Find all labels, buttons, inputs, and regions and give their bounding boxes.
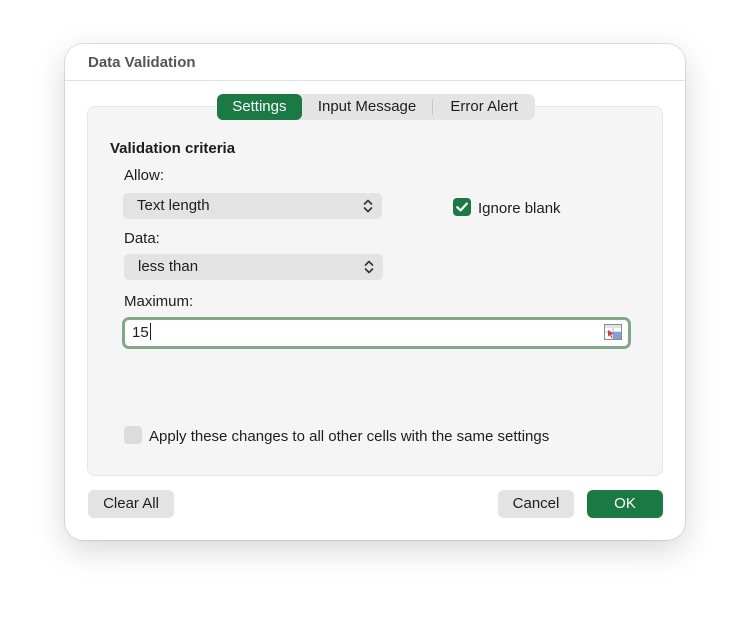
data-select[interactable]: less than xyxy=(124,254,383,280)
tab-error-alert[interactable]: Error Alert xyxy=(433,94,535,120)
chevron-updown-icon xyxy=(364,260,374,274)
data-select-value: less than xyxy=(138,258,199,275)
allow-select-value: Text length xyxy=(137,197,210,214)
maximum-value: 15 xyxy=(132,324,149,341)
maximum-label: Maximum: xyxy=(124,293,194,310)
clear-all-button[interactable]: Clear All xyxy=(88,490,174,518)
maximum-input[interactable]: 15 xyxy=(122,317,631,349)
data-label: Data: xyxy=(124,230,160,247)
allow-select[interactable]: Text length xyxy=(123,193,382,219)
allow-label: Allow: xyxy=(124,167,165,184)
settings-panel xyxy=(87,106,663,476)
checkmark-icon xyxy=(456,202,468,212)
apply-all-checkbox[interactable] xyxy=(124,426,142,444)
titlebar: Data Validation xyxy=(65,44,685,81)
ok-button[interactable]: OK xyxy=(587,490,663,518)
apply-all-label: Apply these changes to all other cells w… xyxy=(149,428,550,445)
tab-bar: Settings Input Message Error Alert xyxy=(217,94,535,120)
tab-settings[interactable]: Settings xyxy=(217,94,302,120)
data-validation-dialog: Data Validation Settings Input Message E… xyxy=(65,44,685,540)
cancel-button[interactable]: Cancel xyxy=(498,490,574,518)
ignore-blank-label: Ignore blank xyxy=(478,200,561,217)
section-heading: Validation criteria xyxy=(110,140,236,157)
dialog-title: Data Validation xyxy=(88,54,196,71)
text-caret xyxy=(149,323,151,340)
chevron-updown-icon xyxy=(363,199,373,213)
tab-input-message[interactable]: Input Message xyxy=(302,94,433,120)
range-select-icon[interactable] xyxy=(604,324,622,340)
ignore-blank-checkbox[interactable] xyxy=(453,198,471,216)
